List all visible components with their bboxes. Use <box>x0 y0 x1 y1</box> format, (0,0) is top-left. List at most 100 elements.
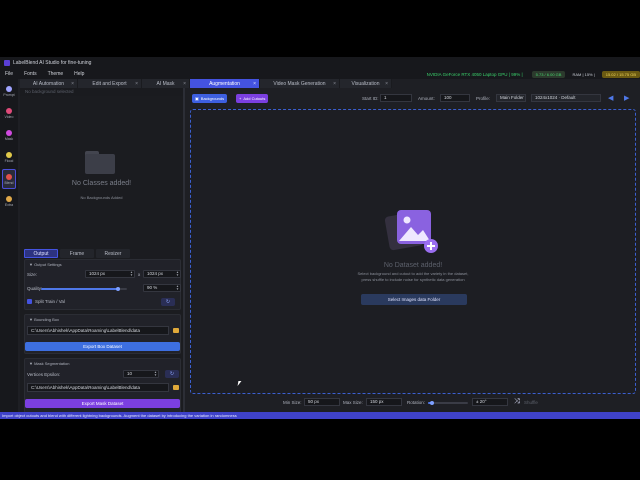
rotation-slider-knob[interactable] <box>430 401 434 405</box>
menu-bar: File Fonts Theme Help NVIDIA GeForce RTX… <box>0 69 640 79</box>
max-size-input[interactable]: 150 px <box>366 398 402 406</box>
tab-label: Video Mask Generation <box>273 80 326 87</box>
stepper-icon[interactable]: ▲ ▼ <box>176 285 179 291</box>
split-train-val-checkbox[interactable] <box>27 299 32 304</box>
sidebar-item-label: Blend <box>4 180 14 185</box>
subtab-resizer[interactable]: Resizer <box>96 249 130 258</box>
amount-label: Amount: <box>418 96 435 101</box>
vertices-epsilon-label: Vertices Epsilon: <box>27 372 61 377</box>
tab-visualization[interactable]: Visualization × <box>340 79 392 88</box>
quality-slider-knob[interactable] <box>116 287 121 291</box>
split-train-val-label: Split Train / Val <box>35 299 65 304</box>
sidebar-item-label: Mask <box>4 136 14 141</box>
classes-area: No Classes added! No Backgrounds Added <box>20 96 183 246</box>
menu-theme[interactable]: Theme <box>48 71 64 77</box>
previous-icon[interactable]: ◀ <box>608 94 613 102</box>
max-size-label: Max Size: <box>343 400 363 405</box>
rotation-slider[interactable] <box>428 401 468 405</box>
folder-icon[interactable] <box>173 385 179 390</box>
min-size-label: Min Size: <box>283 400 302 405</box>
vram-status: 5.73 / 6.00 GB <box>531 70 566 78</box>
stepper-icon[interactable]: ▲ ▼ <box>154 371 157 377</box>
augmentation-canvas[interactable]: No Dataset added! Select background and … <box>190 109 636 394</box>
vertices-epsilon-input[interactable]: 10 ▲ ▼ <box>123 370 159 378</box>
prompt-icon <box>6 85 12 92</box>
next-icon[interactable]: ▶ <box>624 94 629 102</box>
folder-icon[interactable] <box>173 328 179 333</box>
rotation-input[interactable]: ± 20° <box>472 398 508 406</box>
refresh-icon: ↻ <box>165 299 171 305</box>
subtab-output[interactable]: Output <box>24 249 58 258</box>
section-title[interactable]: ▼ Mask Segmentation <box>25 359 180 368</box>
blend-icon <box>6 173 12 180</box>
empty-dataset-description: Select background and cutout to add the … <box>357 271 469 282</box>
tab-ai-automation[interactable]: AI Automation × <box>20 79 78 88</box>
profile-dropdown[interactable]: 1024x1024 · Default <box>531 94 601 102</box>
export-box-dataset-button[interactable]: Export Box Dataset <box>25 342 180 351</box>
menu-help[interactable]: Help <box>74 71 84 77</box>
sidebar-item-video[interactable]: Video <box>2 103 16 123</box>
mask-path-input[interactable]: C:\Users\Abhishek\AppData\Roaming\LabelB… <box>27 383 169 392</box>
tab-augmentation[interactable]: Augmentation × <box>190 79 260 88</box>
quality-value: 90 % <box>147 285 158 290</box>
width-input[interactable]: 1024 px ▲ ▼ <box>85 270 135 278</box>
rotation-label: Rotation: <box>407 400 426 405</box>
stepper-icon[interactable]: ▲ ▼ <box>130 271 133 277</box>
start-id-input[interactable]: 1 <box>380 94 412 102</box>
close-icon[interactable]: × <box>183 81 186 87</box>
amount-input[interactable]: 100 <box>440 94 470 102</box>
section-title[interactable]: ▼ Output Settings <box>25 260 180 269</box>
profile-folder-dropdown[interactable]: Main Folder <box>496 94 526 102</box>
height-input[interactable]: 1024 px ▲ ▼ <box>143 270 181 278</box>
tab-label: AI Automation <box>32 80 65 87</box>
sidebar-item-mask[interactable]: Mask <box>2 125 16 145</box>
subtab-frame[interactable]: Frame <box>60 249 94 258</box>
sidebar-item-label: Video <box>4 114 14 119</box>
augmentation-controls: Min Size: 50 px Max Size: 150 px Rotatio… <box>280 398 640 408</box>
times-label: x <box>138 272 141 277</box>
sidebar-item-label: Flood <box>4 158 14 163</box>
sidebar-item-label: Prompt <box>3 92 15 97</box>
plus-icon: + <box>239 96 242 101</box>
sidebar-item-flood[interactable]: Flood <box>2 147 16 167</box>
output-settings-section: ▼ Output Settings Size: 1024 px ▲ ▼ x 1024… <box>24 259 181 310</box>
refresh-button[interactable]: ↻ <box>165 370 179 378</box>
stepper-icon[interactable]: ▲ ▼ <box>176 271 179 277</box>
tab-video-mask-generation[interactable]: Video Mask Generation × <box>260 79 340 88</box>
image-placeholder-icon <box>385 210 438 253</box>
backgrounds-button[interactable]: ▣ Backgrounds <box>192 94 228 103</box>
bbox-path-input[interactable]: C:\Users\Abhishek\AppData\Roaming\LabelB… <box>27 326 169 335</box>
disk-status: 15.02 / 15.75 GB <box>601 70 640 78</box>
sidebar-item-prompt[interactable]: Prompt <box>2 81 16 101</box>
close-icon[interactable]: × <box>333 81 336 87</box>
sidebar-item-extra[interactable]: Extra <box>2 191 16 211</box>
close-icon[interactable]: × <box>253 81 256 87</box>
menu-fonts[interactable]: Fonts <box>24 71 37 77</box>
menu-file[interactable]: File <box>5 71 13 77</box>
section-title[interactable]: ▼ Bounding Box <box>25 315 180 324</box>
window-title: LabelBlend AI Studio for fine-tuning <box>13 60 92 66</box>
refresh-button[interactable]: ↻ <box>161 298 175 306</box>
shuffle-icon[interactable]: ⤨ <box>514 398 520 406</box>
close-icon[interactable]: × <box>135 81 138 87</box>
min-size-input[interactable]: 50 px <box>304 398 340 406</box>
shuffle-label[interactable]: Shuffle <box>524 400 538 405</box>
select-images-folder-button[interactable]: Select Images data Folder <box>361 294 467 305</box>
close-icon[interactable]: × <box>71 81 74 87</box>
add-cutouts-button[interactable]: + Add Cutouts <box>236 94 269 103</box>
sidebar-item-label: Extra <box>4 202 14 207</box>
sidebar-item-blend[interactable]: Blend <box>2 169 16 189</box>
quality-input[interactable]: 90 % ▲ ▼ <box>143 284 181 292</box>
tab-ai-mask[interactable]: AI Mask × <box>142 79 190 88</box>
export-mask-dataset-button[interactable]: Export Mask Dataset <box>25 399 180 408</box>
profile-label: Profile: <box>476 96 491 101</box>
close-icon[interactable]: × <box>385 81 388 87</box>
extra-icon <box>6 195 12 202</box>
tab-label: Augmentation <box>209 80 240 87</box>
folder-icon <box>85 151 115 174</box>
quality-slider[interactable] <box>41 287 127 291</box>
title-bar: LabelBlend AI Studio for fine-tuning <box>0 57 640 69</box>
left-panel: No background selected No Classes added!… <box>20 88 185 419</box>
quality-label: Quality: <box>27 286 43 291</box>
tab-edit-export[interactable]: Edit and Export × <box>78 79 142 88</box>
